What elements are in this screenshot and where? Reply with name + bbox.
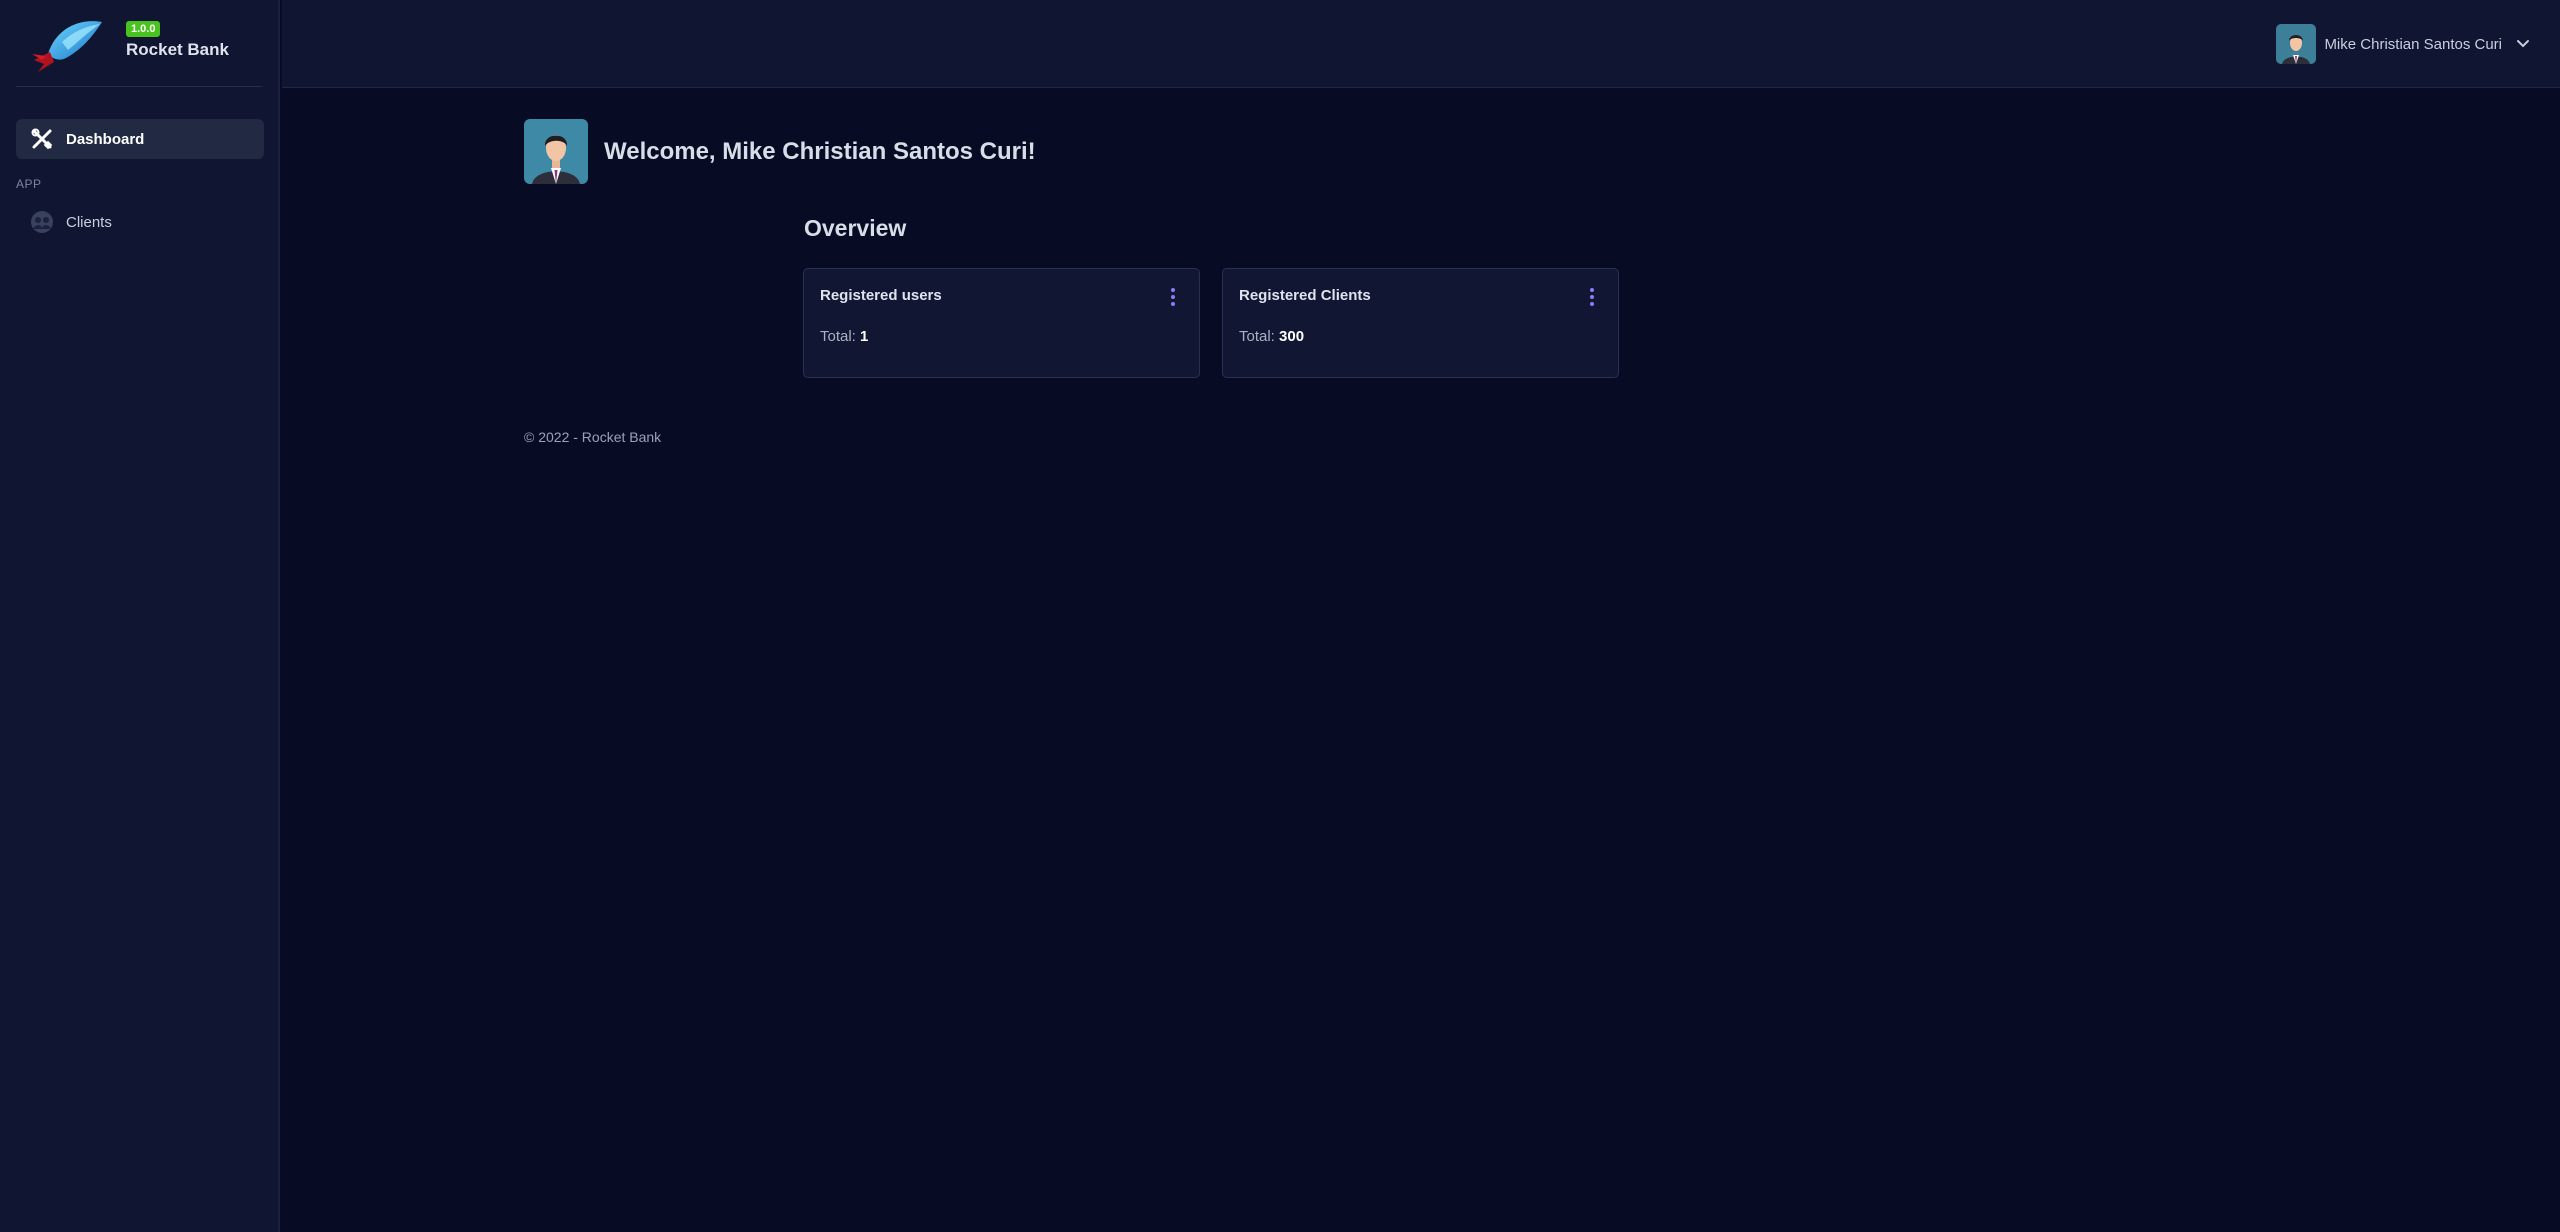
kebab-menu-icon[interactable] bbox=[1586, 286, 1598, 308]
sidebar-item-label: Dashboard bbox=[66, 130, 145, 148]
card-title: Registered Clients bbox=[1239, 287, 1371, 304]
version-badge: 1.0.0 bbox=[126, 21, 161, 37]
total-label: Total: bbox=[820, 328, 856, 345]
total-label: Total: bbox=[1239, 328, 1275, 345]
stat-card-users: Registered users Total: 1 bbox=[803, 268, 1200, 378]
user-menu[interactable]: Mike Christian Santos Curi bbox=[2276, 23, 2530, 65]
welcome-banner: Welcome, Mike Christian Santos Curi! bbox=[524, 119, 1036, 184]
avatar bbox=[2276, 24, 2317, 64]
stat-card-clients: Registered Clients Total: 300 bbox=[1222, 268, 1619, 378]
brand[interactable]: 1.0.0 Rocket Bank bbox=[0, 0, 278, 86]
total-value: 1 bbox=[860, 328, 869, 345]
user-name: Mike Christian Santos Curi bbox=[2324, 35, 2502, 53]
sidebar: 1.0.0 Rocket Bank Dashboard APP Clients bbox=[0, 0, 280, 1232]
sidebar-item-clients[interactable]: Clients bbox=[16, 202, 264, 242]
sidebar-item-label: Clients bbox=[66, 213, 112, 231]
tools-icon bbox=[30, 127, 54, 151]
card-total: Total: 1 bbox=[820, 328, 868, 345]
total-value: 300 bbox=[1279, 328, 1305, 345]
kebab-menu-icon[interactable] bbox=[1167, 286, 1179, 308]
avatar bbox=[524, 119, 588, 184]
divider bbox=[16, 86, 262, 87]
footer-text: © 2022 - Rocket Bank bbox=[524, 429, 662, 445]
sidebar-item-dashboard[interactable]: Dashboard bbox=[16, 119, 264, 159]
nav-section-label: APP bbox=[16, 177, 42, 191]
users-icon bbox=[30, 210, 54, 234]
card-total: Total: 300 bbox=[1239, 328, 1304, 345]
welcome-heading: Welcome, Mike Christian Santos Curi! bbox=[604, 137, 1036, 165]
rocket-logo-icon bbox=[32, 21, 102, 72]
section-title: Overview bbox=[804, 215, 907, 241]
brand-name: Rocket Bank bbox=[126, 40, 229, 59]
topbar: Mike Christian Santos Curi bbox=[282, 0, 2560, 88]
card-title: Registered users bbox=[820, 287, 942, 304]
chevron-down-icon bbox=[2517, 40, 2529, 48]
